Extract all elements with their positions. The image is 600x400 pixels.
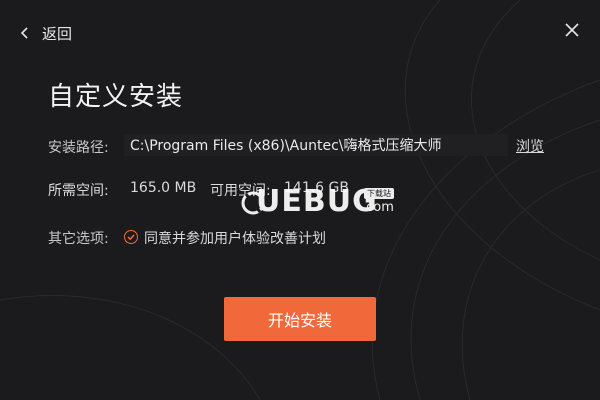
- required-space-label: 所需空间:: [48, 183, 109, 199]
- install-path-row: 安装路径:: [48, 136, 130, 158]
- watermark-logo: UEBUG 下载站 .com: [240, 184, 410, 224]
- checkmark-icon: [127, 234, 135, 241]
- experience-program-label[interactable]: 同意并参加用户体验改善计划: [144, 228, 326, 248]
- install-path-label: 安装路径:: [48, 140, 109, 156]
- browse-link[interactable]: 浏览: [516, 136, 544, 156]
- watermark-brand: UEBUG: [256, 184, 378, 219]
- experience-program-checkbox[interactable]: [124, 230, 138, 244]
- options-label: 其它选项:: [48, 231, 109, 247]
- page-title: 自定义安装: [48, 82, 184, 112]
- close-icon: [565, 23, 579, 37]
- watermark-suffix: .com: [362, 200, 394, 215]
- install-path-input[interactable]: [124, 134, 508, 156]
- watermark-badge: 下载站: [364, 188, 394, 199]
- start-install-button[interactable]: 开始安装: [224, 297, 376, 341]
- top-bar: 返回: [0, 0, 600, 64]
- chevron-left-icon: [20, 27, 28, 39]
- required-space-value: 165.0 MB: [130, 180, 197, 196]
- close-button[interactable]: [564, 22, 580, 38]
- back-button[interactable]: 返回: [18, 20, 72, 46]
- back-label: 返回: [42, 24, 73, 43]
